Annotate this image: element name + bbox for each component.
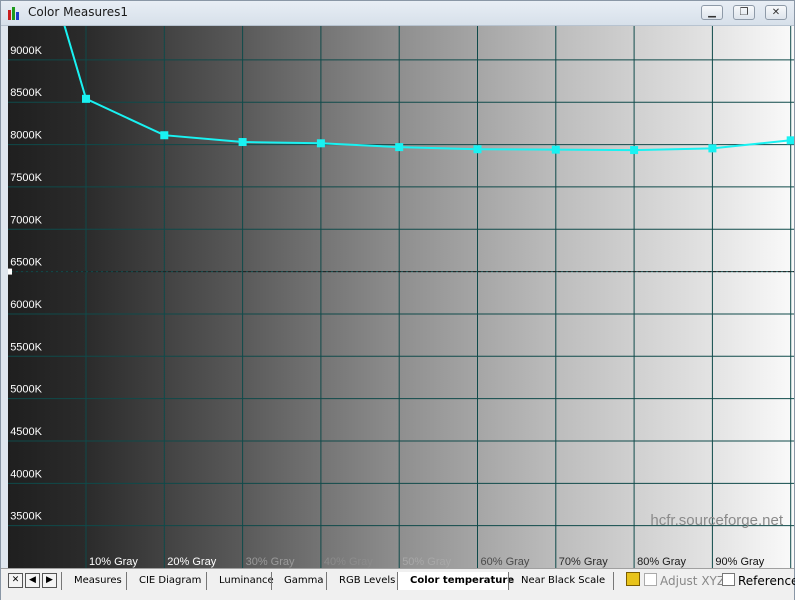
tab-scroll-left-button[interactable]: ◀ xyxy=(25,573,40,588)
x-tick-label: 30% Gray xyxy=(246,556,295,568)
chevron-left-icon: ◀ xyxy=(29,575,36,585)
tab-measures[interactable]: Measures xyxy=(61,572,126,590)
tab-color-temperature[interactable]: Color temperature xyxy=(397,572,514,590)
y-tick-label: 7500K xyxy=(10,172,42,184)
tab-near-black-scale[interactable]: Near Black Scale xyxy=(508,572,613,590)
chart-background xyxy=(8,26,794,568)
data-point xyxy=(82,94,90,103)
x-tick-label: 70% Gray xyxy=(559,556,608,568)
tab-scroll-right-button[interactable]: ▶ xyxy=(42,573,57,588)
tab-cie-diagram[interactable]: CIE Diagram xyxy=(126,572,206,590)
adjust-xyz-label: Adjust XYZ xyxy=(660,574,726,588)
y-tick-label: 8500K xyxy=(10,87,42,99)
measure-tool-icon[interactable] xyxy=(626,572,640,586)
x-tick-label: 50% Gray xyxy=(402,556,451,568)
y-tick-label: 4500K xyxy=(10,426,42,438)
y-tick-label: 4000K xyxy=(10,468,42,480)
x-axis-ticks: 10% Gray 20% Gray 30% Gray 40% Gray 50% Gray… xyxy=(89,556,765,568)
close-icon: ✕ xyxy=(771,7,781,18)
tab-rgb-levels[interactable]: RGB Levels xyxy=(326,572,397,590)
bottom-tab-bar: ✕ ◀ ▶ Measures CIE Diagram Luminance Gamma R… xyxy=(1,568,795,600)
data-point xyxy=(551,145,560,154)
x-tick-label: 60% Gray xyxy=(481,556,530,568)
x-tick-label: 40% Gray xyxy=(324,556,373,568)
reference-checkbox[interactable]: Reference xyxy=(722,573,795,588)
title-bar[interactable]: Color Measures1 ▁ ❐ ✕ xyxy=(1,1,794,26)
close-icon: ✕ xyxy=(11,575,20,585)
data-point xyxy=(316,139,325,148)
tab-luminance[interactable]: Luminance xyxy=(206,572,274,590)
restore-icon: ❐ xyxy=(739,7,749,18)
data-point xyxy=(786,136,794,145)
data-point xyxy=(160,131,169,140)
y-tick-label: 3500K xyxy=(10,511,42,523)
color-measures-window: Color Measures1 ▁ ❐ ✕ 9000K 8500K 8000K … xyxy=(0,0,795,600)
minimize-button[interactable]: ▁ xyxy=(701,5,723,20)
data-point xyxy=(395,143,404,152)
data-point xyxy=(238,138,247,147)
checkbox-icon xyxy=(644,573,657,586)
data-point xyxy=(630,146,639,155)
tab-n[interactable]: N xyxy=(613,572,633,590)
close-tab-button[interactable]: ✕ xyxy=(8,573,23,588)
chart-svg: 9000K 8500K 8000K 7500K 7000K 6500K 6000K 5500K… xyxy=(8,26,794,568)
restore-button[interactable]: ❐ xyxy=(733,5,755,20)
color-temperature-chart[interactable]: 9000K 8500K 8000K 7500K 7000K 6500K 6000K 5500K… xyxy=(8,26,794,568)
x-tick-label: 10% Gray xyxy=(89,556,138,568)
reference-marker xyxy=(8,268,12,275)
chevron-right-icon: ▶ xyxy=(46,575,53,585)
minimize-icon: ▁ xyxy=(708,7,716,18)
reference-label: Reference xyxy=(738,574,795,588)
y-tick-label: 6000K xyxy=(10,299,42,311)
y-tick-label: 5000K xyxy=(10,384,42,396)
adjust-xyz-checkbox[interactable]: Adjust XYZ xyxy=(644,573,725,588)
y-tick-label: 5500K xyxy=(10,341,42,353)
tab-gamma[interactable]: Gamma xyxy=(271,572,326,590)
watermark-text: hcfr.sourceforge.net xyxy=(650,512,783,529)
y-tick-label: 9000K xyxy=(10,45,42,57)
y-tick-label: 6500K xyxy=(10,257,42,269)
data-point xyxy=(708,144,717,153)
y-tick-label: 7000K xyxy=(10,214,42,226)
close-button[interactable]: ✕ xyxy=(765,5,787,20)
window-title: Color Measures1 xyxy=(28,5,129,19)
data-point xyxy=(473,145,482,154)
checkbox-icon xyxy=(722,573,735,586)
x-tick-label: 90% Gray xyxy=(715,556,764,568)
x-tick-label: 80% Gray xyxy=(637,556,686,568)
app-icon xyxy=(8,6,22,20)
y-tick-label: 8000K xyxy=(10,130,42,142)
x-tick-label: 20% Gray xyxy=(167,556,216,568)
